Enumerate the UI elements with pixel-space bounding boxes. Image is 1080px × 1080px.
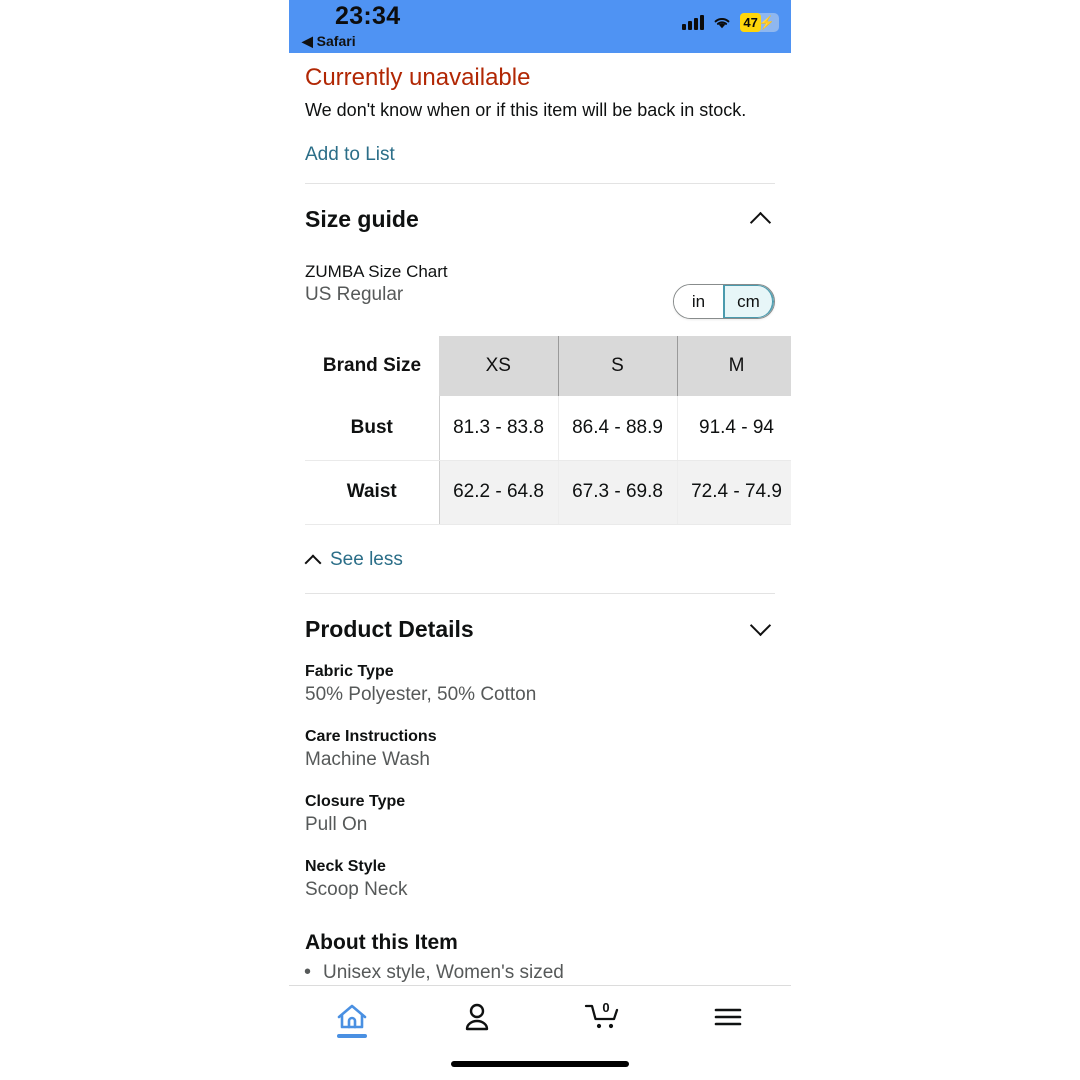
- cellular-signal-icon: [682, 15, 705, 30]
- table-row-label: Bust: [305, 396, 439, 461]
- size-chart-name: ZUMBA Size Chart: [305, 262, 448, 282]
- bottom-nav-items: 0: [289, 986, 791, 1048]
- home-indicator-bar: [451, 1061, 629, 1067]
- availability-title: Currently unavailable: [305, 64, 531, 91]
- status-bar-clock: 23:34: [335, 2, 401, 30]
- nav-item-menu[interactable]: [666, 986, 792, 1048]
- attribute-key: Closure Type: [305, 792, 406, 810]
- availability-subtitle: We don't know when or if this item will …: [305, 99, 747, 120]
- table-corner-label: Brand Size: [305, 336, 439, 397]
- chevron-up-icon[interactable]: [749, 207, 775, 233]
- availability-block: Currently unavailable We don't know when…: [289, 53, 791, 183]
- nav-item-cart[interactable]: 0: [540, 986, 666, 1048]
- table-column-header: S: [558, 336, 678, 397]
- table-row: Bust 81.3 - 83.8 86.4 - 88.9 91.4 - 94 9: [305, 396, 791, 461]
- nav-item-home[interactable]: [289, 986, 415, 1048]
- attribute-key: Fabric Type: [305, 662, 394, 680]
- attribute-value: Scoop Neck: [305, 878, 408, 900]
- unit-option-cm[interactable]: cm: [723, 285, 774, 319]
- table-row: Waist 62.2 - 64.8 67.3 - 69.8 72.4 - 74.…: [305, 460, 791, 525]
- chevron-up-icon: [305, 554, 321, 566]
- page-content: Currently unavailable We don't know when…: [289, 53, 791, 1080]
- home-icon: [337, 1004, 367, 1029]
- attribute-value: 50% Polyester, 50% Cotton: [305, 683, 537, 705]
- bottom-nav-bar: 0: [289, 985, 791, 1080]
- cart-icon: 0: [584, 1001, 618, 1029]
- nav-active-indicator: [336, 1034, 367, 1038]
- table-cell: 62.2 - 64.8: [438, 460, 559, 525]
- attribute-key: Care Instructions: [305, 727, 437, 745]
- about-this-item-title: About this Item: [305, 930, 458, 954]
- size-guide-header[interactable]: Size guide: [289, 184, 791, 233]
- phone-screen: 23:34 ◀ Safari 47 ⚡ Currently unavailabl…: [289, 0, 791, 1080]
- table-cell: 81.3 - 83.8: [438, 396, 559, 461]
- product-details-title: Product Details: [305, 615, 474, 642]
- add-to-list-link[interactable]: Add to List: [305, 122, 395, 183]
- cart-badge-count: 0: [602, 1001, 609, 1015]
- status-bar: 23:34 ◀ Safari 47 ⚡: [289, 0, 791, 53]
- table-header-row: Brand Size XS S M: [305, 336, 791, 397]
- hamburger-menu-icon: [714, 1008, 742, 1026]
- back-to-safari-button[interactable]: ◀ Safari: [302, 33, 356, 50]
- table-cell: 72.4 - 74.9: [677, 460, 791, 525]
- battery-percent-label: 47: [740, 13, 761, 32]
- unit-toggle[interactable]: in cm: [673, 284, 775, 320]
- table-row-label: Waist: [305, 460, 439, 525]
- table-cell: 91.4 - 94: [677, 396, 791, 461]
- size-region-row: US Regular in cm: [289, 282, 791, 320]
- table-column-header: XS: [439, 336, 559, 397]
- size-region-label: US Regular: [305, 284, 404, 306]
- unit-option-in[interactable]: in: [674, 285, 723, 319]
- wifi-icon: [714, 17, 730, 29]
- chevron-down-icon[interactable]: [749, 616, 775, 642]
- person-icon: [466, 1003, 489, 1031]
- table-cell: 67.3 - 69.8: [558, 460, 678, 525]
- attribute-key: Neck Style: [305, 857, 386, 875]
- table-column-header: M: [677, 336, 791, 397]
- status-bar-indicators: 47 ⚡: [682, 13, 779, 32]
- attribute-value: Pull On: [305, 813, 368, 835]
- product-attributes: Fabric Type 50% Polyester, 50% Cotton Ca…: [289, 663, 791, 901]
- see-less-label: See less: [330, 548, 403, 570]
- size-table-scroll[interactable]: Brand Size XS S M Bust 81.3 - 83.8 86.4 …: [289, 336, 791, 525]
- attribute-value: Machine Wash: [305, 748, 430, 770]
- product-details-header[interactable]: Product Details: [289, 594, 791, 643]
- back-arrow-icon: ◀: [302, 33, 313, 49]
- table-cell: 86.4 - 88.9: [558, 396, 678, 461]
- battery-icon: 47 ⚡: [740, 13, 779, 32]
- size-guide-title: Size guide: [305, 206, 419, 233]
- back-app-label: Safari: [316, 33, 356, 49]
- list-item: Unisex style, Women's sized: [304, 961, 775, 984]
- charging-bolt-icon: ⚡: [758, 14, 775, 30]
- nav-item-account[interactable]: [415, 986, 541, 1048]
- size-table: Brand Size XS S M Bust 81.3 - 83.8 86.4 …: [305, 336, 791, 525]
- see-less-button[interactable]: See less: [289, 525, 791, 571]
